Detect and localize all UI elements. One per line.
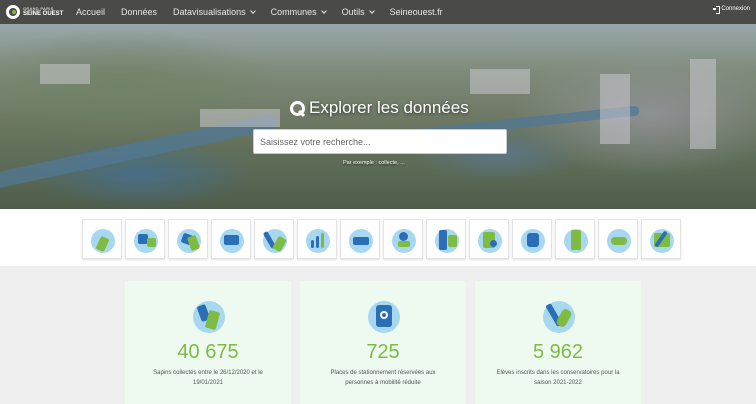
kpi-value: 5 962 — [532, 341, 584, 363]
kpi-value: 725 — [366, 341, 400, 363]
theme-culture[interactable] — [254, 219, 294, 259]
theme-mobility[interactable] — [340, 219, 380, 259]
hero-title: Explorer les données — [290, 98, 469, 118]
theme-weather[interactable] — [598, 219, 638, 259]
music-icon — [541, 299, 577, 335]
search-example: Par exemple : collecte, ... — [343, 160, 405, 166]
kpi-card-conservatoires[interactable]: 5 962 Elèves inscrits dans les conservat… — [475, 281, 641, 404]
kpi-label: Places de stationnement réservées aux pe… — [330, 370, 436, 386]
theme-buildings[interactable] — [426, 219, 466, 259]
kpi-label: Elèves inscrits dans les conservatoires … — [496, 370, 620, 386]
theme-documents[interactable] — [469, 219, 509, 259]
theme-urbanism[interactable] — [211, 219, 251, 259]
wheelchair-icon — [366, 299, 402, 335]
theme-transport[interactable] — [125, 219, 165, 259]
theme-nature[interactable] — [555, 219, 595, 259]
kpi-value: 40 675 — [177, 341, 239, 363]
theme-map[interactable] — [641, 219, 681, 259]
theme-environment[interactable] — [82, 219, 122, 259]
kpi-card-stationnement[interactable]: 725 Places de stationnement réservées au… — [300, 281, 466, 404]
theme-statistics[interactable] — [297, 219, 337, 259]
search-input[interactable] — [253, 129, 507, 154]
theme-territory[interactable] — [383, 219, 423, 259]
theme-accessibility[interactable] — [512, 219, 552, 259]
theme-waste[interactable] — [168, 219, 208, 259]
kpi-card-sapins[interactable]: 40 675 Sapins collectés entre le 26/12/2… — [125, 281, 291, 404]
search-icon — [290, 100, 305, 116]
recycling-icon — [191, 299, 227, 335]
themes-list — [82, 219, 684, 259]
kpi-label: Sapins collectés entre le 26/12/2020 et … — [153, 370, 263, 386]
